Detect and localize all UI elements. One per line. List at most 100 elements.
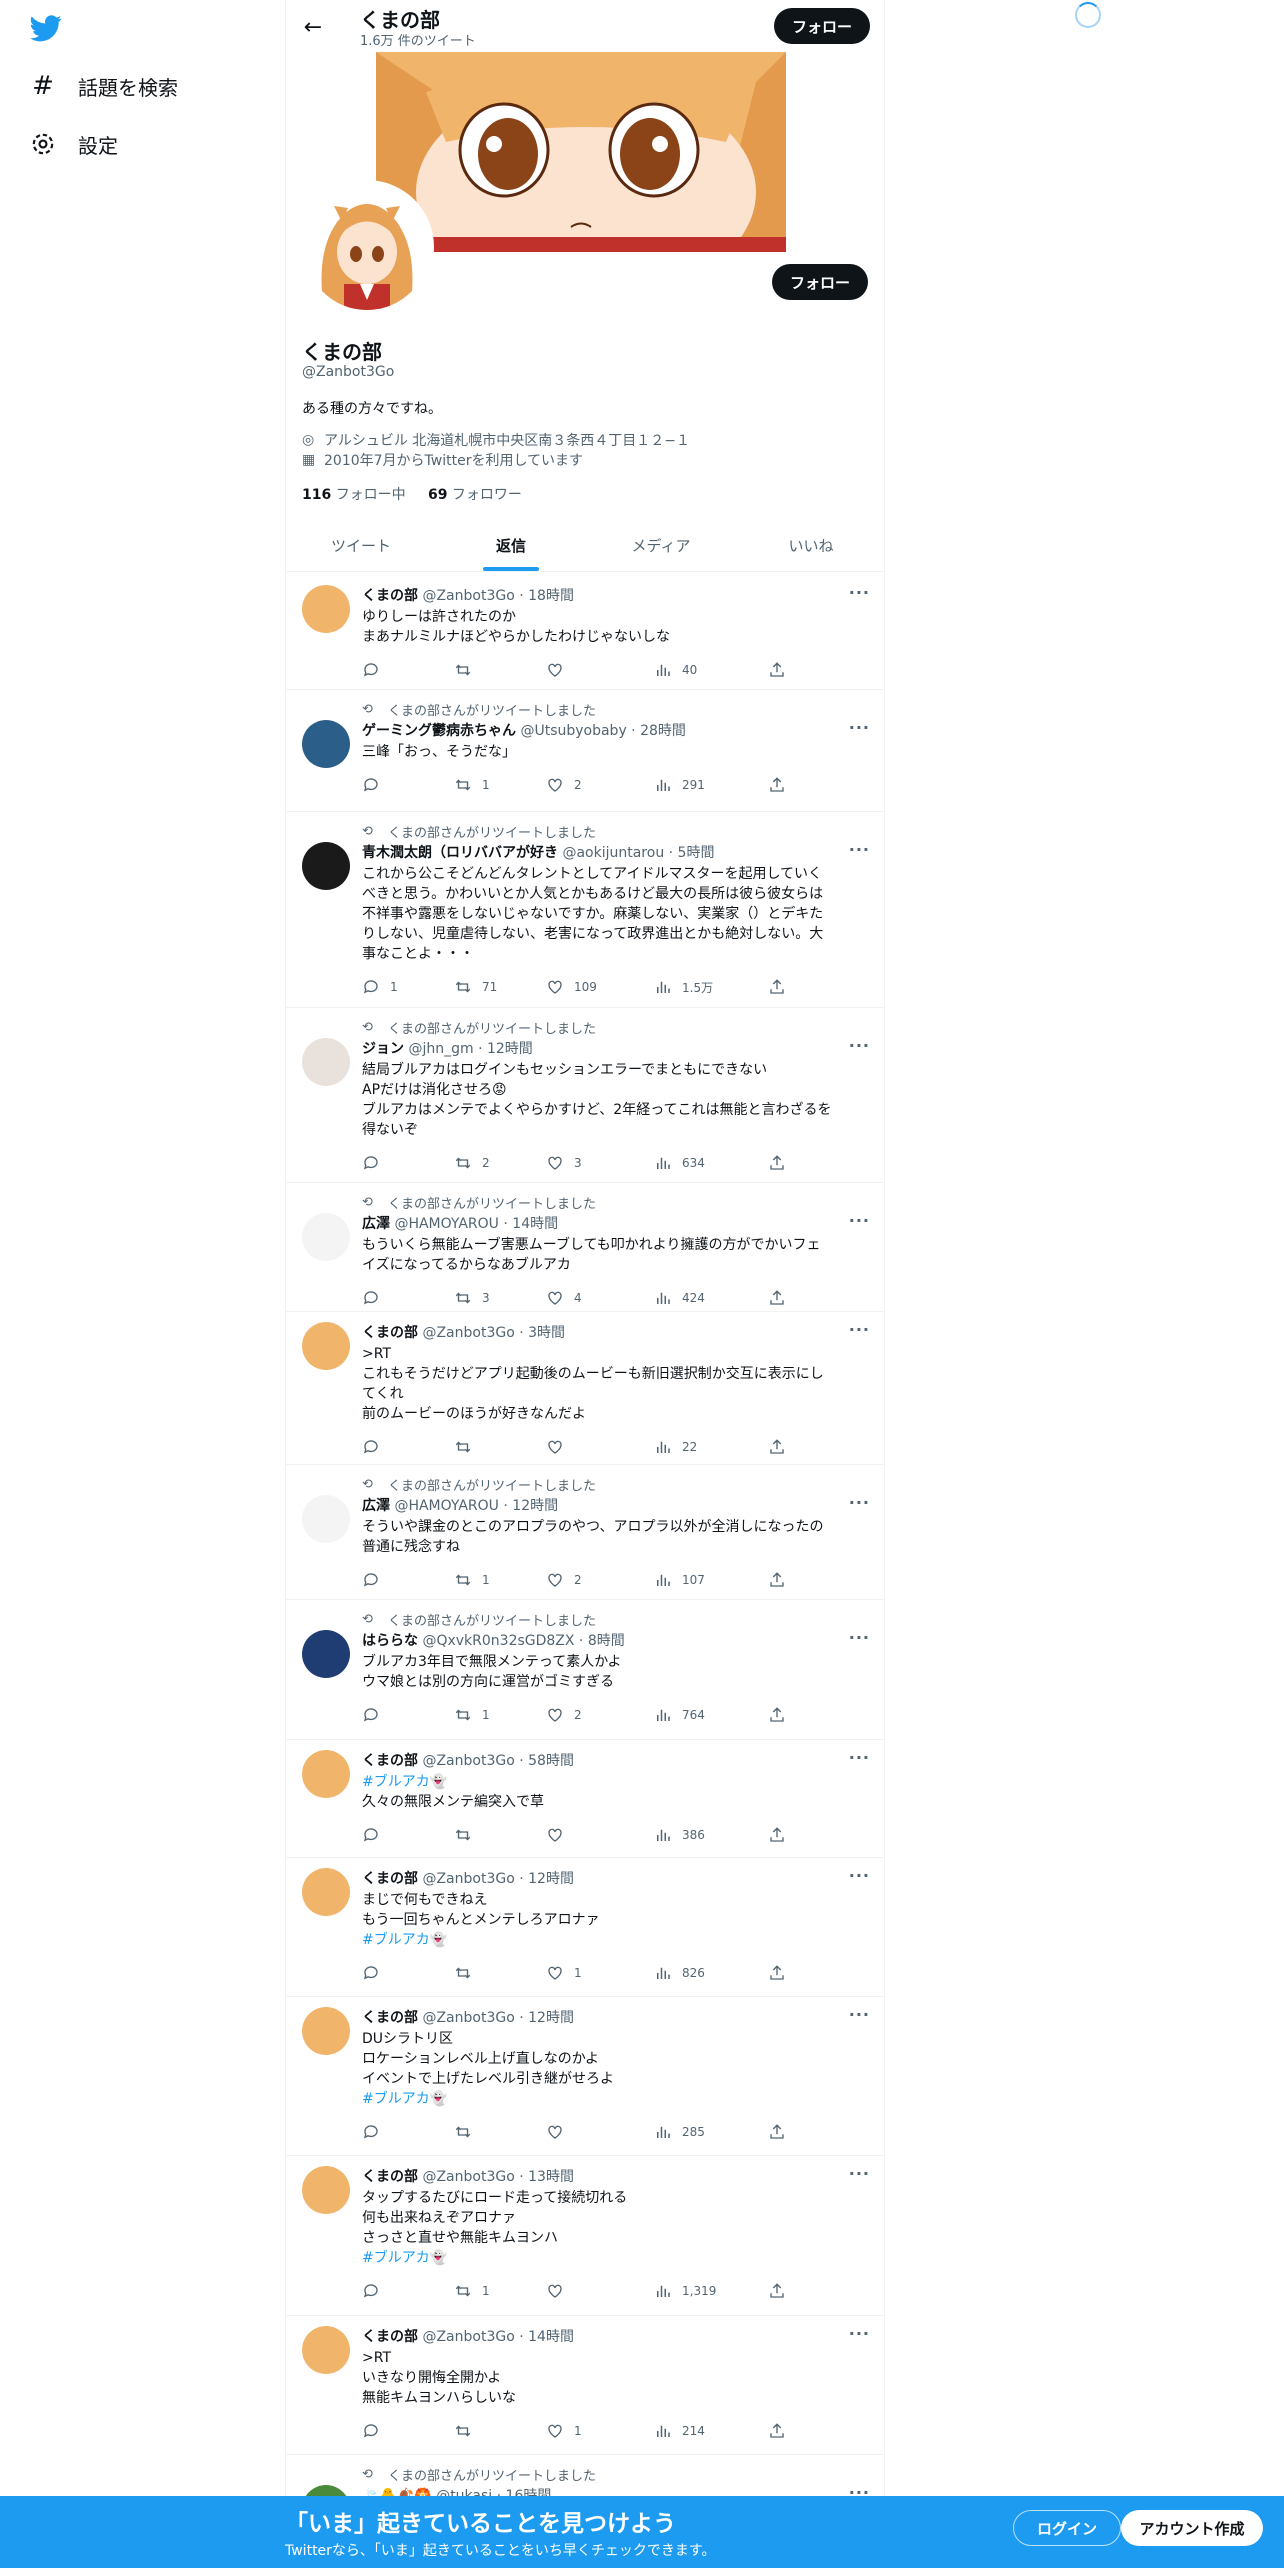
author-name[interactable]: くまの部 <box>362 1871 418 1887</box>
more-icon[interactable]: ··· <box>849 1628 870 1647</box>
author-name[interactable]: ジョン <box>362 1041 404 1057</box>
author-handle[interactable]: @Zanbot3Go <box>422 588 514 604</box>
like-action[interactable]: 109 <box>546 978 597 996</box>
view-action[interactable]: 285 <box>654 2123 705 2141</box>
view-action[interactable]: 291 <box>654 776 705 794</box>
author-handle[interactable]: @Zanbot3Go <box>422 1871 514 1887</box>
rt-action[interactable] <box>454 2422 482 2440</box>
rt-action[interactable] <box>454 2123 482 2141</box>
view-action[interactable]: 424 <box>654 1289 705 1307</box>
reply-action[interactable] <box>362 2422 390 2440</box>
avatar[interactable] <box>302 842 350 890</box>
nav-settings[interactable]: 設定 <box>28 124 118 164</box>
author-name[interactable]: はららな <box>362 1633 418 1649</box>
reply-action[interactable] <box>362 1964 390 1982</box>
tweet-time[interactable]: 12時間 <box>512 1498 558 1514</box>
like-action[interactable] <box>546 1826 574 1844</box>
share-action[interactable] <box>768 2282 796 2300</box>
author-handle[interactable]: @Zanbot3Go <box>422 2329 514 2345</box>
tweet-time[interactable]: 13時間 <box>528 2169 574 2185</box>
tweet-time[interactable]: 58時間 <box>528 1753 574 1769</box>
view-action[interactable]: 386 <box>654 1826 705 1844</box>
reply-action[interactable] <box>362 776 390 794</box>
tweet[interactable]: ⟲ くまの部さんがリツイートしました 広澤 @HAMOYAROU · 14時間 ···… <box>286 1183 884 1312</box>
view-action[interactable]: 40 <box>654 661 697 679</box>
nav-explore[interactable]: # 話題を検索 <box>28 66 178 106</box>
like-action[interactable]: 2 <box>546 1571 582 1589</box>
rt-action[interactable]: 1 <box>454 2282 490 2300</box>
rt-action[interactable]: 1 <box>454 1706 490 1724</box>
reply-action[interactable]: 1 <box>362 978 398 996</box>
author-name[interactable]: ゲーミング鬱病赤ちゃん <box>362 723 516 739</box>
avatar[interactable] <box>302 1630 350 1678</box>
profile-avatar[interactable] <box>300 180 434 314</box>
avatar[interactable] <box>302 2326 350 2374</box>
view-action[interactable]: 634 <box>654 1154 705 1172</box>
tweet[interactable]: くまの部 @Zanbot3Go · 3時間 ··· >RT これもそうだけどアプリ起動… <box>286 1312 884 1465</box>
author-handle[interactable]: @Zanbot3Go <box>422 1753 514 1769</box>
reply-action[interactable] <box>362 1826 390 1844</box>
reply-action[interactable] <box>362 2123 390 2141</box>
rt-action[interactable] <box>454 1438 482 1456</box>
share-action[interactable] <box>768 661 796 679</box>
like-action[interactable] <box>546 661 574 679</box>
more-icon[interactable]: ··· <box>849 2324 870 2343</box>
share-action[interactable] <box>768 2123 796 2141</box>
like-action[interactable] <box>546 1438 574 1456</box>
share-action[interactable] <box>768 978 796 996</box>
more-icon[interactable]: ··· <box>849 1211 870 1230</box>
tweet[interactable]: ⟲ くまの部さんがリツイートしました 青木潤太朗（ロリババアが好き @aokijun… <box>286 812 884 1008</box>
tweet-time[interactable]: 12時間 <box>528 2010 574 2026</box>
tweet-time[interactable]: 14時間 <box>512 1216 558 1232</box>
more-icon[interactable]: ··· <box>849 2164 870 2183</box>
reply-action[interactable] <box>362 1571 390 1589</box>
reply-action[interactable] <box>362 1154 390 1172</box>
more-icon[interactable]: ··· <box>849 2005 870 2024</box>
author-handle[interactable]: @jhn_gm <box>408 1041 473 1057</box>
header-follow-button[interactable]: フォロー <box>774 8 870 44</box>
tweet[interactable]: ⟲ くまの部さんがリツイートしました ジョン @jhn_gm · 12時間 ··· 結局… <box>286 1008 884 1183</box>
rt-action[interactable] <box>454 661 482 679</box>
view-action[interactable]: 22 <box>654 1438 697 1456</box>
avatar[interactable] <box>302 1213 350 1261</box>
share-action[interactable] <box>768 1964 796 1982</box>
author-name[interactable]: くまの部 <box>362 2329 418 2345</box>
rt-action[interactable]: 1 <box>454 776 490 794</box>
author-handle[interactable]: @Zanbot3Go <box>422 2169 514 2185</box>
avatar[interactable] <box>302 2007 350 2055</box>
more-icon[interactable]: ··· <box>849 840 870 859</box>
author-name[interactable]: 青木潤太朗（ロリババアが好き <box>362 845 558 861</box>
author-handle[interactable]: @Zanbot3Go <box>422 2010 514 2026</box>
avatar[interactable] <box>302 1868 350 1916</box>
like-action[interactable]: 1 <box>546 1964 582 1982</box>
avatar[interactable] <box>302 1750 350 1798</box>
avatar[interactable] <box>302 720 350 768</box>
tweet-time[interactable]: 3時間 <box>528 1325 565 1341</box>
tab-replies[interactable]: 返信 <box>436 520 586 571</box>
share-action[interactable] <box>768 2422 796 2440</box>
author-name[interactable]: くまの部 <box>362 2010 418 2026</box>
more-icon[interactable]: ··· <box>849 1748 870 1767</box>
avatar[interactable] <box>302 1038 350 1086</box>
tweet-time[interactable]: 5時間 <box>678 845 715 861</box>
login-button[interactable]: ログイン <box>1013 2510 1121 2546</box>
reply-action[interactable] <box>362 1706 390 1724</box>
twitter-logo-icon[interactable] <box>28 12 64 44</box>
rt-action[interactable]: 2 <box>454 1154 490 1172</box>
following-link[interactable]: 116 フォロー中 <box>302 487 406 503</box>
author-name[interactable]: くまの部 <box>362 1325 418 1341</box>
tweet[interactable]: くまの部 @Zanbot3Go · 13時間 ··· タップするたびにロード走って接… <box>286 2156 884 2316</box>
tweet[interactable]: くまの部 @Zanbot3Go · 12時間 ··· まじで何もできねえ もう一回ちゃ… <box>286 1858 884 1997</box>
more-icon[interactable]: ··· <box>849 1320 870 1339</box>
reply-action[interactable] <box>362 1289 390 1307</box>
profile-follow-button[interactable]: フォロー <box>772 264 868 300</box>
rt-action[interactable]: 3 <box>454 1289 490 1307</box>
tweet-time[interactable]: 28時間 <box>640 723 686 739</box>
author-handle[interactable]: @HAMOYAROU <box>394 1498 498 1514</box>
view-action[interactable]: 214 <box>654 2422 705 2440</box>
reply-action[interactable] <box>362 661 390 679</box>
tab-likes[interactable]: いいね <box>736 520 884 571</box>
view-action[interactable]: 107 <box>654 1571 705 1589</box>
back-arrow-icon[interactable]: ← <box>296 10 330 44</box>
share-action[interactable] <box>768 1438 796 1456</box>
